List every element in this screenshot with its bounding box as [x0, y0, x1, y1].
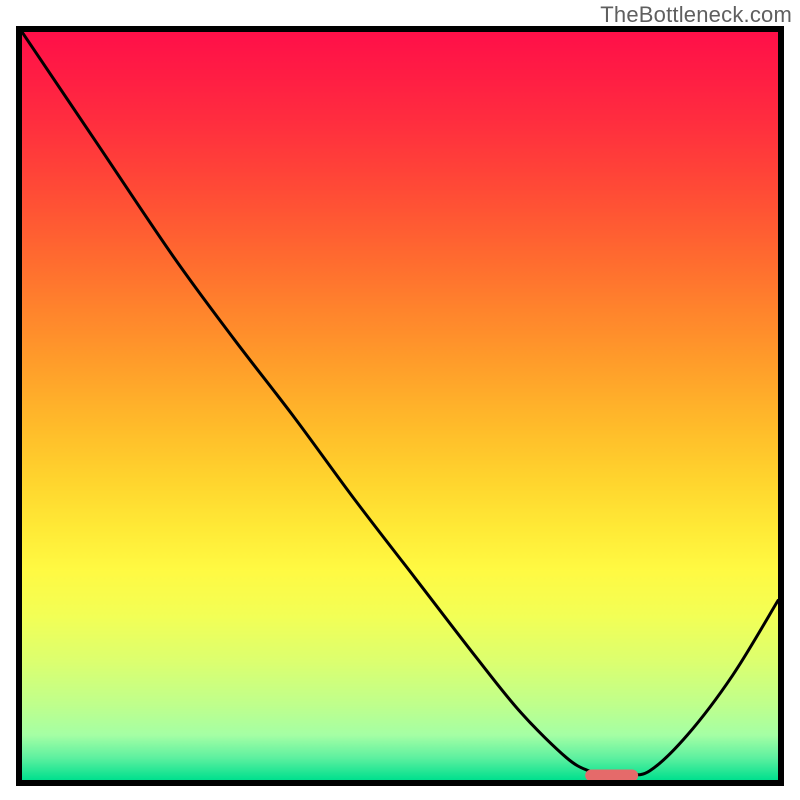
marker-layer [22, 32, 778, 780]
min-marker [585, 770, 638, 780]
plot-area [22, 32, 778, 780]
watermark: TheBottleneck.com [600, 2, 792, 28]
chart-frame [16, 26, 784, 786]
